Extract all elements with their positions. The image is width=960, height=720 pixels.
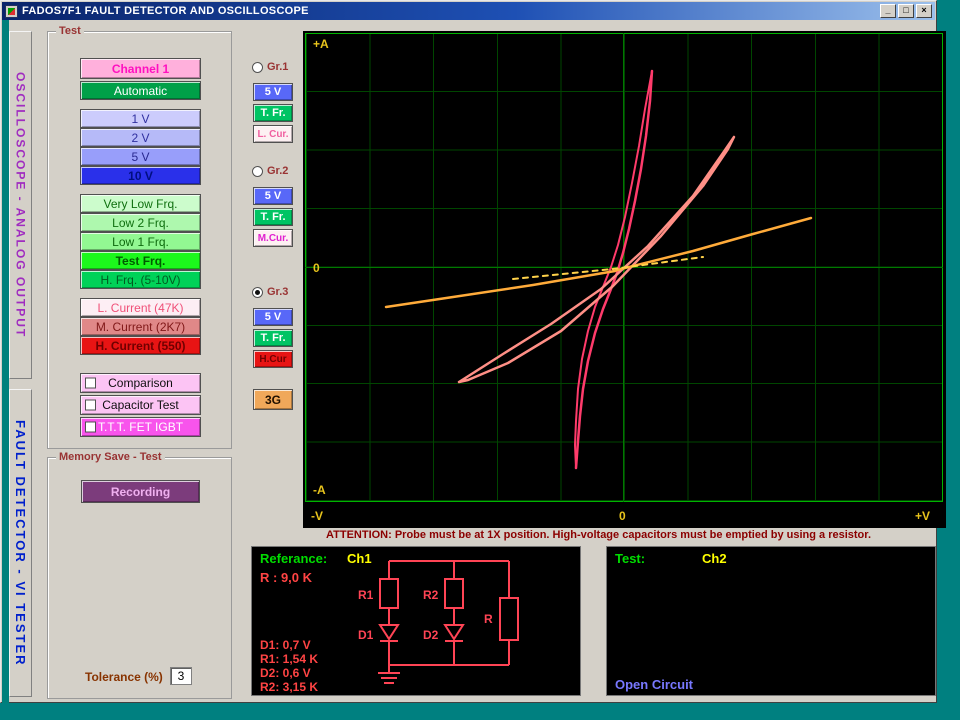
reference-measurements: D1: 0,7 V R1: 1,54 K D2: 0,6 V R2: 3,15 … xyxy=(260,638,318,694)
axis-label-volt-left: -V xyxy=(311,509,323,523)
group2-voltage-button[interactable]: 5 V xyxy=(253,187,293,205)
group3-frequency-button[interactable]: T. Fr. xyxy=(253,329,293,347)
test-result-status: Open Circuit xyxy=(615,677,693,692)
current-button-medium[interactable]: M. Current (2K7) xyxy=(80,317,201,336)
group2-frequency-button[interactable]: T. Fr. xyxy=(253,208,293,226)
resistor-r2-symbol xyxy=(445,579,463,608)
frequency-button-low1[interactable]: Low 1 Frq. xyxy=(80,232,201,251)
app-icon xyxy=(5,5,18,18)
comparison-toggle[interactable]: Comparison xyxy=(80,373,201,393)
tab-fault-detector-label: FAULT DETECTOR - VI TESTER xyxy=(13,420,28,667)
memory-save-groupbox-title: Memory Save - Test xyxy=(56,451,165,463)
left-edge-strip xyxy=(2,20,9,703)
current-button-low[interactable]: L. Current (47K) xyxy=(80,298,201,317)
comparison-label: Comparison xyxy=(108,376,173,390)
attention-text: ATTENTION: Probe must be at 1X position.… xyxy=(251,529,946,545)
reference-loop-trace xyxy=(459,137,734,382)
voltage-button-5v[interactable]: 5 V xyxy=(80,147,201,166)
3g-button[interactable]: 3G xyxy=(253,389,293,410)
reference-panel: Referance: Ch1 R : 9,0 K D1: 0,7 V R1: 1… xyxy=(251,546,581,696)
test-result-label: Test: xyxy=(615,551,645,566)
circuit-label-d1: D1 xyxy=(358,628,374,642)
axis-label-amp-zero: 0 xyxy=(313,261,320,275)
comparison-trace xyxy=(386,218,811,307)
title-bar: FADOS7F1 FAULT DETECTOR AND OSCILLOSCOPE… xyxy=(2,2,935,20)
tab-oscilloscope-analog-output[interactable]: OSCILLOSCOPE - ANALOG OUTPUT xyxy=(9,31,32,379)
frequency-button-low2[interactable]: Low 2 Frq. xyxy=(80,213,201,232)
current-button-high[interactable]: H. Current (550) xyxy=(80,336,201,355)
group1-label: Gr.1 xyxy=(267,61,288,73)
voltage-button-10v[interactable]: 10 V xyxy=(80,166,201,185)
group1-radio[interactable] xyxy=(252,62,263,73)
diode-d2-symbol xyxy=(445,625,463,641)
voltage-button-2v[interactable]: 2 V xyxy=(80,128,201,147)
ttt-fet-igbt-label: T.T.T. FET IGBT xyxy=(98,420,183,434)
measurement-d1: D1: 0,7 V xyxy=(260,638,318,652)
voltage-button-1v[interactable]: 1 V xyxy=(80,109,201,128)
group1-voltage-button[interactable]: 5 V xyxy=(253,83,293,101)
window-title: FADOS7F1 FAULT DETECTOR AND OSCILLOSCOPE xyxy=(22,5,309,17)
axis-label-volt-right: +V xyxy=(915,509,930,523)
group1-current-button[interactable]: L. Cur. xyxy=(253,125,293,143)
circuit-label-r: R xyxy=(484,612,493,626)
test-result-channel: Ch2 xyxy=(702,551,727,566)
axis-label-volt-zero: 0 xyxy=(619,509,626,523)
group3-voltage-button[interactable]: 5 V xyxy=(253,308,293,326)
group1-radio-row[interactable]: Gr.1 xyxy=(252,61,288,73)
group2-current-button[interactable]: M.Cur. xyxy=(253,229,293,247)
circuit-diagram: R1 R2 R D1 D2 xyxy=(352,553,580,695)
tab-oscilloscope-label: OSCILLOSCOPE - ANALOG OUTPUT xyxy=(14,72,28,338)
frequency-button-very-low[interactable]: Very Low Frq. xyxy=(80,194,201,213)
test-groupbox-title: Test xyxy=(56,25,84,37)
reference-label: Referance: xyxy=(260,551,327,566)
oscilloscope-display: +A 0 -A -V 0 +V xyxy=(303,31,946,528)
ttt-fet-igbt-toggle[interactable]: T.T.T. FET IGBT xyxy=(80,417,201,437)
channel-1-button[interactable]: Channel 1 xyxy=(80,58,201,79)
resistor-r-symbol xyxy=(500,598,518,640)
measurement-d2: D2: 0,6 V xyxy=(260,666,318,680)
group1-frequency-button[interactable]: T. Fr. xyxy=(253,104,293,122)
circuit-label-r2: R2 xyxy=(423,588,439,602)
measurement-r2: R2: 3,15 K xyxy=(260,680,318,694)
maximize-button[interactable]: □ xyxy=(898,4,914,18)
reference-resistance: R : 9,0 K xyxy=(260,570,312,585)
group3-current-button[interactable]: H.Cur xyxy=(253,350,293,368)
resistor-r1-symbol xyxy=(380,579,398,608)
app-window: FADOS7F1 FAULT DETECTOR AND OSCILLOSCOPE… xyxy=(0,0,937,703)
ground-symbol xyxy=(378,665,400,683)
automatic-button[interactable]: Automatic xyxy=(80,81,201,100)
diode-d1-symbol xyxy=(380,625,398,641)
tab-fault-detector-vi-tester[interactable]: FAULT DETECTOR - VI TESTER xyxy=(9,389,32,697)
frequency-button-test[interactable]: Test Frq. xyxy=(80,251,201,270)
capacitor-test-toggle[interactable]: Capacitor Test xyxy=(80,395,201,415)
recording-button[interactable]: Recording xyxy=(81,480,200,503)
capacitor-test-label: Capacitor Test xyxy=(102,398,178,412)
group3-label: Gr.3 xyxy=(267,286,288,298)
test-result-panel: Test: Ch2 Open Circuit xyxy=(606,546,936,696)
capacitor-test-checkbox[interactable] xyxy=(85,400,96,411)
comparison-checkbox[interactable] xyxy=(85,378,96,389)
axis-label-amp-bottom: -A xyxy=(313,483,326,497)
group2-label: Gr.2 xyxy=(267,165,288,177)
minimize-button[interactable]: _ xyxy=(880,4,896,18)
group3-radio-row[interactable]: Gr.3 xyxy=(252,286,288,298)
circuit-label-d2: D2 xyxy=(423,628,439,642)
scope-curves xyxy=(303,31,946,528)
axis-label-amp-top: +A xyxy=(313,37,329,51)
group2-radio[interactable] xyxy=(252,166,263,177)
tolerance-label: Tolerance (%) xyxy=(85,670,163,684)
measurement-r1: R1: 1,54 K xyxy=(260,652,318,666)
close-button[interactable]: × xyxy=(916,4,932,18)
group2-radio-row[interactable]: Gr.2 xyxy=(252,165,288,177)
group3-radio[interactable] xyxy=(252,287,263,298)
frequency-button-high[interactable]: H. Frq. (5-10V) xyxy=(80,270,201,289)
tolerance-input[interactable] xyxy=(170,667,192,685)
ttt-fet-igbt-checkbox[interactable] xyxy=(85,422,96,433)
circuit-label-r1: R1 xyxy=(358,588,374,602)
